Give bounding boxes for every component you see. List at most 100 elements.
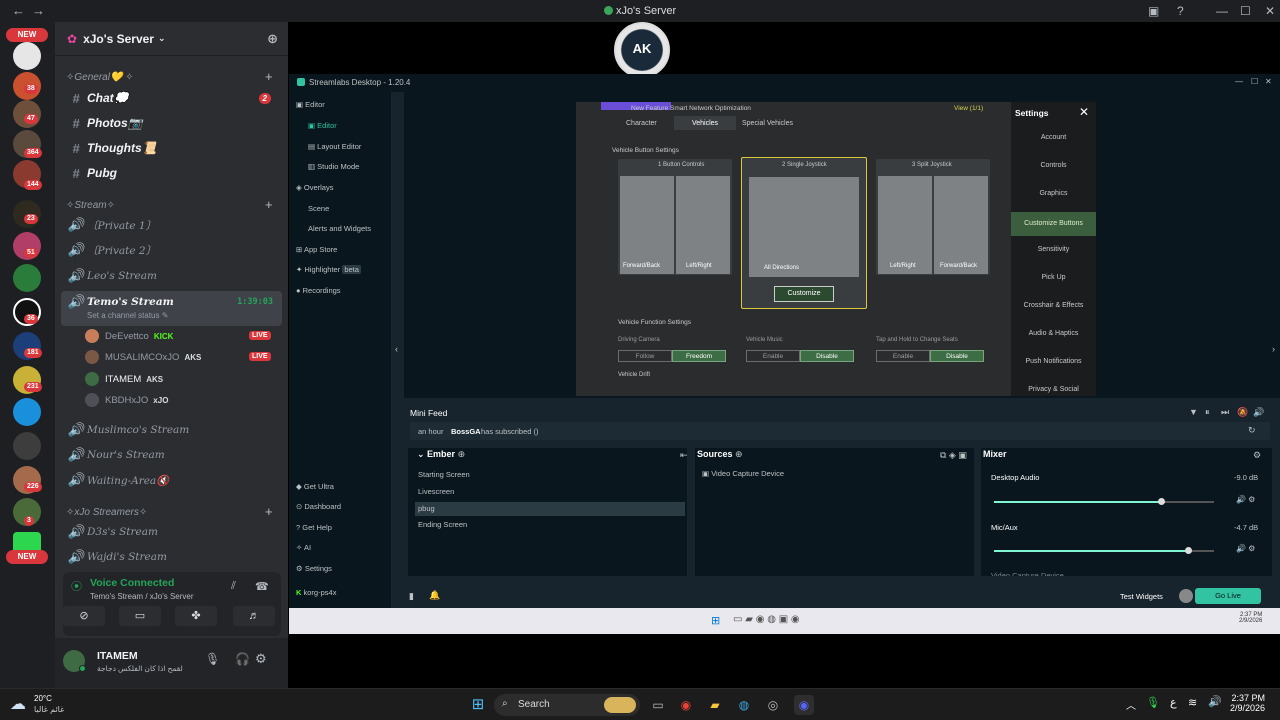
source-tools-icon[interactable]: ⧉ ◈ ▣ xyxy=(940,450,967,461)
server-header[interactable]: ✿ xJo's Server ⌄ ⊕ xyxy=(55,22,288,56)
add-channel-icon[interactable]: + xyxy=(265,504,273,519)
file-explorer-icon[interactable]: ▰ xyxy=(705,695,725,715)
voice-channel-private2[interactable]: 🔊 〔Private 2〕 xyxy=(65,239,279,261)
discord-icon[interactable]: ◉ xyxy=(794,695,814,715)
stats-icon[interactable]: ▮ xyxy=(409,591,414,602)
channel-pubg[interactable]: # Pubg xyxy=(65,162,279,184)
microphone-icon[interactable]: 🎙 xyxy=(205,652,220,666)
voice-member[interactable]: ITAMEM AKS xyxy=(85,370,163,388)
start-button[interactable]: ⊞ xyxy=(468,695,488,715)
scene-item[interactable]: Starting Screen xyxy=(415,468,685,482)
avatar[interactable] xyxy=(1179,589,1193,603)
option-single-joystick[interactable]: 2 Single Joystick All Directions Customi… xyxy=(741,157,867,309)
weather-icon[interactable]: ☁ xyxy=(10,694,26,714)
minimize-button[interactable]: — xyxy=(1235,77,1243,86)
voice-channel-muslimco[interactable]: 🔊 Muslimco's Stream xyxy=(65,419,279,441)
go-live-button[interactable]: Go Live xyxy=(1195,588,1261,604)
invite-icon[interactable]: ⊕ xyxy=(267,31,278,47)
server-icon[interactable] xyxy=(13,432,41,460)
task-view-icon[interactable]: ▭ xyxy=(648,695,668,715)
channel-thoughts[interactable]: # Thoughts📜 xyxy=(65,137,279,159)
add-channel-icon[interactable]: + xyxy=(265,197,273,212)
nav-account[interactable]: K korg-ps4x xyxy=(296,588,336,597)
mixer-settings-icon[interactable]: ⚙ xyxy=(1253,450,1261,461)
headphones-icon[interactable]: 🎧 xyxy=(235,652,250,666)
maximize-button[interactable]: ☐ xyxy=(1251,77,1258,86)
channel-photos[interactable]: # Photos📷 xyxy=(65,112,279,134)
settings-graphics[interactable]: Graphics xyxy=(1011,190,1096,197)
user-name[interactable]: ITAMEM xyxy=(97,650,138,662)
tap-hold-enable[interactable]: Enable xyxy=(876,350,930,362)
server-icon[interactable] xyxy=(13,398,41,426)
noise-suppression-icon[interactable]: ⫽ xyxy=(231,580,236,593)
game-tab-special-vehicles[interactable]: Special Vehicles xyxy=(742,120,793,127)
filter-icon[interactable]: ▼ xyxy=(1189,407,1198,417)
driving-camera-follow[interactable]: Follow xyxy=(618,350,672,362)
nav-alerts[interactable]: Alerts and Widgets xyxy=(308,224,371,233)
nav-settings[interactable]: ⚙ Settings xyxy=(296,564,332,573)
chrome-icon[interactable]: ◉ xyxy=(676,695,696,715)
nav-get-help[interactable]: ? Get Help xyxy=(296,523,332,532)
close-icon[interactable]: ✕ xyxy=(1079,105,1089,119)
voice-channel-private1[interactable]: 🔊 〔Private 1〕 xyxy=(65,214,279,236)
disconnect-icon[interactable]: ☎ xyxy=(255,580,269,593)
voice-member[interactable]: DeEvettco KICK xyxy=(85,327,173,345)
bell-icon[interactable]: 🔔 xyxy=(429,590,440,601)
voice-channel-wajdi[interactable]: 🔊 Wajdi's Stream xyxy=(65,546,279,568)
game-tab-vehicles[interactable]: Vehicles xyxy=(674,116,736,130)
nav-recordings[interactable]: ● Recordings xyxy=(296,286,341,295)
source-item[interactable]: ▣ Video Capture Device xyxy=(702,469,784,478)
scene-item-selected[interactable]: pbug xyxy=(415,502,685,516)
channel-status-prompt[interactable]: Set a channel status ✎ xyxy=(87,311,168,320)
nav-editor-sub[interactable]: ▣ Editor xyxy=(308,121,337,130)
volume-knob[interactable] xyxy=(1184,547,1192,554)
vehicle-music-disable[interactable]: Disable xyxy=(800,350,854,362)
nav-dashboard[interactable]: ⊙ Dashboard xyxy=(296,502,341,511)
nav-scene[interactable]: Scene xyxy=(308,204,329,213)
voice-location[interactable]: Temo's Stream / xJo's Server xyxy=(90,592,194,601)
volume-slider[interactable] xyxy=(994,498,1214,505)
gear-icon[interactable]: ⚙ xyxy=(255,651,267,667)
tap-hold-disable[interactable]: Disable xyxy=(930,350,984,362)
search-box[interactable]: ⌕ Search xyxy=(494,694,640,716)
driving-camera-freedom[interactable]: Freedom xyxy=(672,350,726,362)
voice-channel-nour[interactable]: 🔊 Nour's Stream xyxy=(65,444,279,466)
settings-sensitivity[interactable]: Sensitivity xyxy=(1011,246,1096,253)
scenes-header[interactable]: ⌄ Ember ⊕ xyxy=(417,449,465,460)
voice-channel-temo[interactable]: 🔊 Temo's Stream 1:39:03 xyxy=(65,291,279,313)
wifi-icon[interactable]: ≋ xyxy=(1188,696,1197,709)
nav-overlays[interactable]: ◈ Overlays xyxy=(296,183,333,192)
settings-crosshair[interactable]: Crosshair & Effects xyxy=(1011,302,1096,309)
nav-highlighter[interactable]: ✦ Highlighter beta xyxy=(296,265,361,274)
settings-pick-up[interactable]: Pick Up xyxy=(1011,274,1096,281)
server-icon[interactable] xyxy=(13,42,41,70)
language-indicator[interactable]: ع xyxy=(1170,696,1177,709)
mic-in-use-icon[interactable]: 🎙 xyxy=(1146,696,1160,709)
voice-channel-waiting[interactable]: 🔊 Waiting-Area🔇 xyxy=(65,469,279,491)
nav-ai[interactable]: ✧ AI xyxy=(296,543,311,552)
view-counter[interactable]: View (1/1) xyxy=(954,105,983,112)
close-button[interactable]: ✕ xyxy=(1265,4,1275,18)
voice-channel-d3s[interactable]: 🔊 D3s's Stream xyxy=(65,521,279,543)
settings-privacy[interactable]: Privacy & Social xyxy=(1011,386,1096,393)
settings-account[interactable]: Account xyxy=(1011,134,1096,141)
chevron-up-icon[interactable]: ︿ xyxy=(1126,697,1136,712)
nav-editor[interactable]: ▣ Editor xyxy=(296,100,325,109)
feed-event[interactable]: an hour BossGA has subscribed () ↻ xyxy=(410,422,1270,440)
inbox-icon[interactable]: ▣ xyxy=(1148,4,1159,18)
volume-icon[interactable]: 🔊 xyxy=(1208,695,1222,708)
option-button-controls[interactable]: 1 Button Controls Forward/Back Left/Righ… xyxy=(618,159,732,275)
activities-button[interactable]: ✤ xyxy=(175,606,217,626)
voice-status[interactable]: Voice Connected xyxy=(90,577,174,589)
minimize-button[interactable]: — xyxy=(1216,4,1228,18)
chevron-right-icon[interactable]: › xyxy=(1272,344,1275,354)
volume-slider[interactable] xyxy=(994,547,1214,554)
voice-channel-leo[interactable]: 🔊 Leo's Stream xyxy=(65,265,279,287)
volume-icon[interactable]: 🔊 xyxy=(1253,407,1264,418)
nav-studio-mode[interactable]: ▥ Studio Mode xyxy=(308,162,359,171)
add-channel-icon[interactable]: + xyxy=(265,69,273,84)
weather-temp[interactable]: 20°C xyxy=(34,694,52,703)
camera-off-button[interactable]: ⊘ xyxy=(63,606,105,626)
category-general[interactable]: ✧General💛 ✧ xyxy=(66,72,134,83)
customize-button[interactable]: Customize xyxy=(774,286,834,302)
